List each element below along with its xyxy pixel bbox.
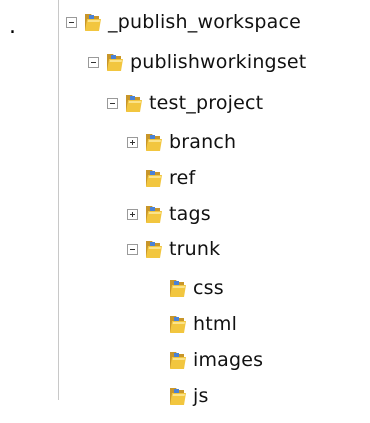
folder-icon: [168, 277, 193, 299]
tree-node-label: _publish_workspace: [108, 11, 301, 33]
tree-node-label: js: [193, 385, 209, 407]
tree-node-publish-workspace[interactable]: _publish_workspace: [66, 5, 301, 39]
collapse-toggle-icon[interactable]: [66, 16, 77, 28]
tree-node-js[interactable]: js: [151, 379, 209, 413]
tree-node-trunk[interactable]: trunk: [127, 232, 220, 266]
tree-node-label: test_project: [149, 92, 264, 114]
tree-node-label: trunk: [169, 238, 221, 260]
tree-node-ref[interactable]: ref: [127, 161, 195, 195]
folder-icon: [144, 238, 169, 260]
tree-node-tags[interactable]: tags: [127, 197, 211, 231]
folder-tree: _publish_workspace publishworkingset tes…: [0, 0, 370, 423]
tree-node-html[interactable]: html: [151, 307, 237, 341]
collapse-toggle-icon[interactable]: [88, 56, 99, 68]
folder-icon: [168, 349, 193, 371]
tree-node-images[interactable]: images: [151, 343, 263, 377]
folder-icon: [144, 167, 169, 189]
tree-node-label: ref: [169, 167, 196, 189]
tree-node-label: html: [193, 313, 238, 335]
folder-icon: [144, 203, 169, 225]
collapse-toggle-icon[interactable]: [107, 97, 118, 109]
folder-icon: [105, 51, 130, 73]
tree-node-label: publishworkingset: [130, 51, 307, 73]
folder-icon: [168, 313, 193, 335]
tree-node-branch[interactable]: branch: [127, 125, 236, 159]
tree-node-label: branch: [169, 131, 237, 153]
tree-node-css[interactable]: css: [151, 271, 224, 305]
tree-node-label: tags: [169, 203, 211, 225]
tree-node-label: css: [193, 277, 224, 299]
collapse-toggle-icon[interactable]: [127, 243, 138, 255]
folder-icon: [144, 131, 169, 153]
expand-toggle-icon[interactable]: [127, 208, 138, 220]
folder-icon: [124, 92, 149, 114]
folder-icon: [83, 11, 108, 33]
tree-node-label: images: [193, 349, 264, 371]
folder-icon: [168, 385, 193, 407]
tree-node-test-project[interactable]: test_project: [107, 86, 263, 120]
expand-toggle-icon[interactable]: [127, 136, 138, 148]
tree-node-publishworkingset[interactable]: publishworkingset: [88, 45, 306, 79]
